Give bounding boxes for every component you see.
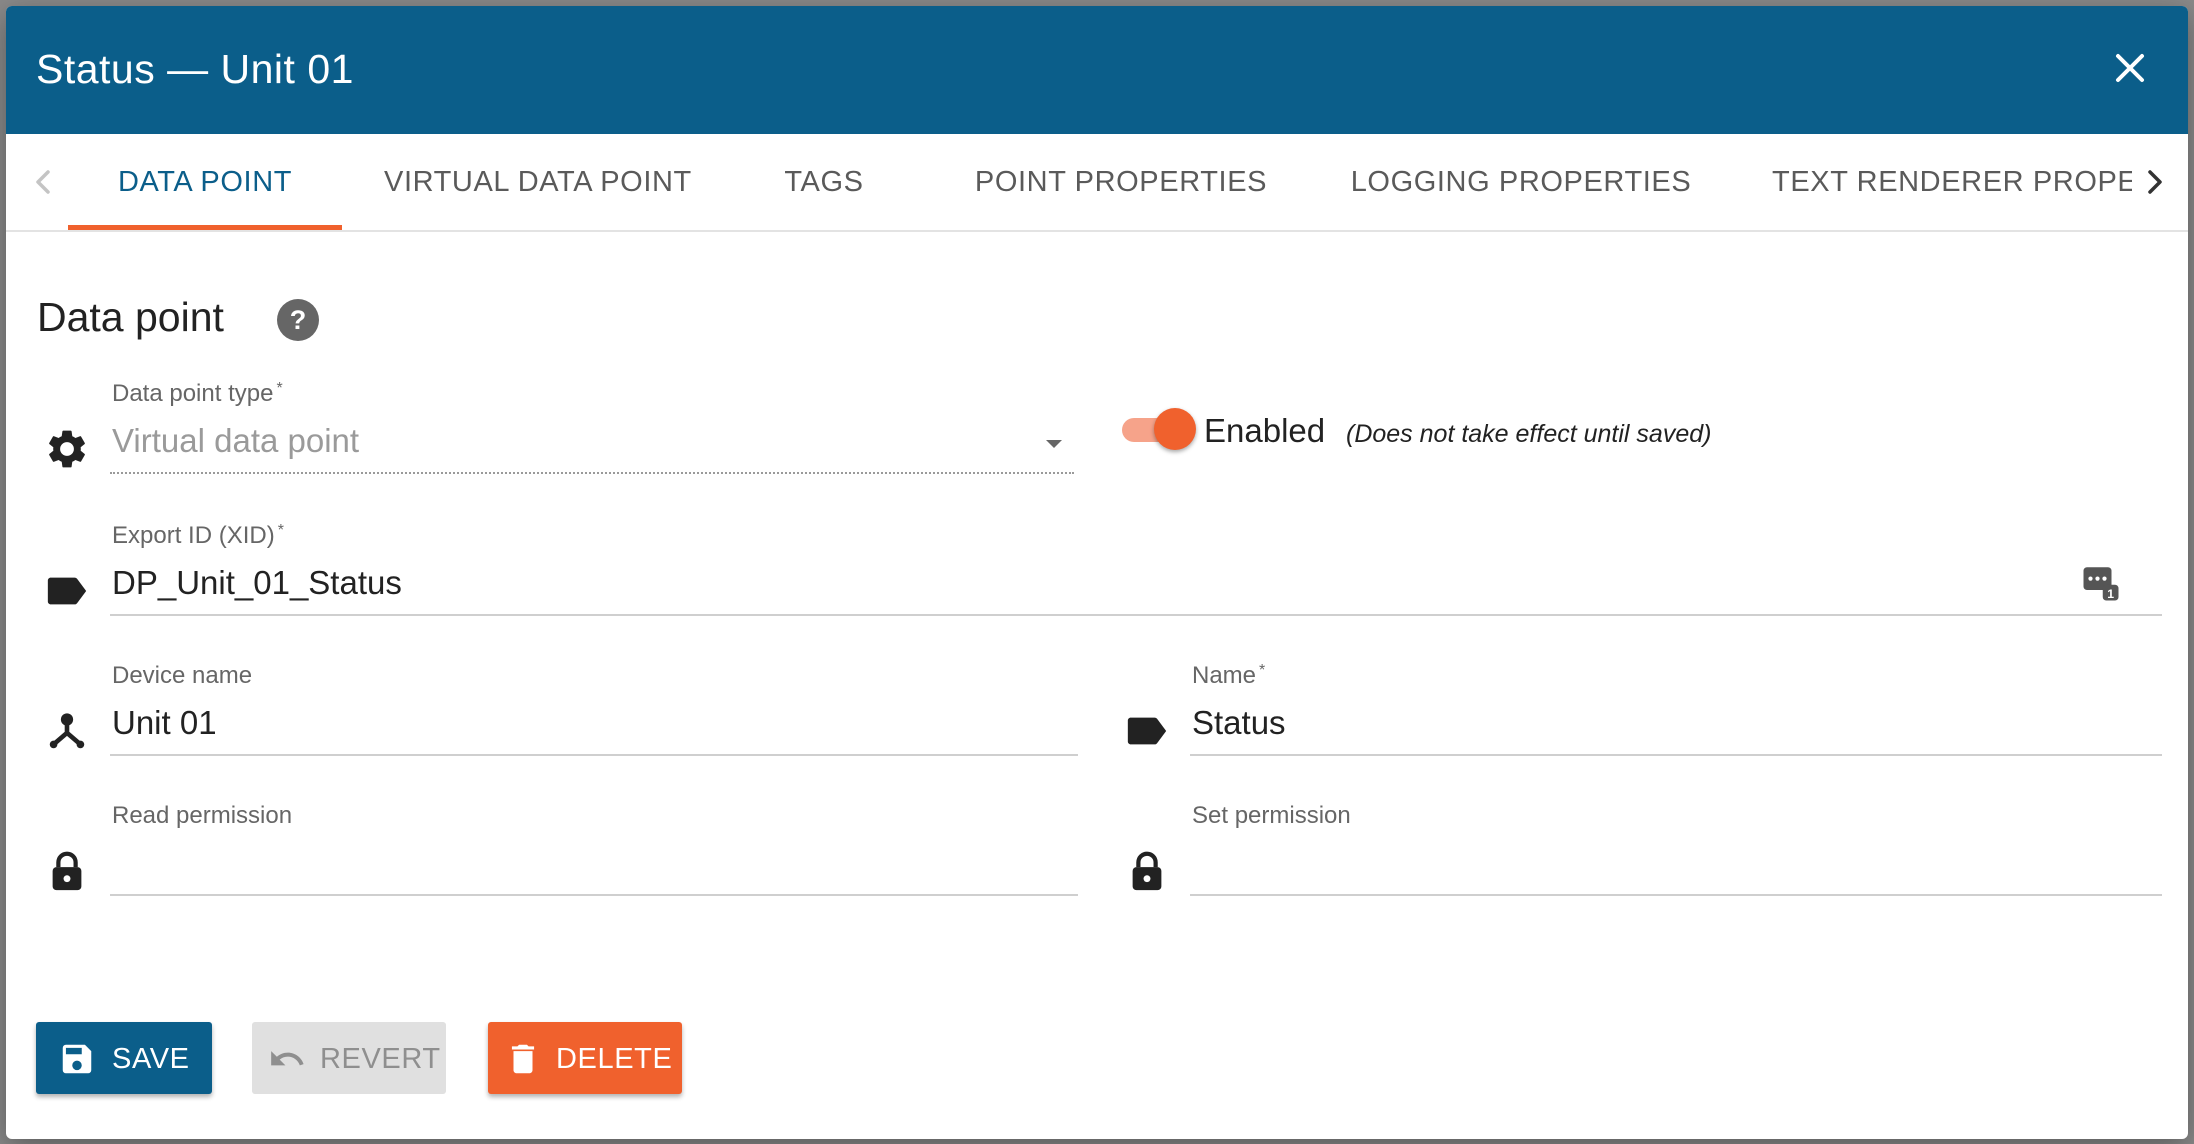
delete-button-label: DELETE [556, 1043, 673, 1075]
set-permission-label: Set permission [1192, 802, 1351, 829]
edit-data-point-dialog: Status — Unit 01 DATA POINT VIRTUAL DATA… [6, 6, 2188, 1139]
device-name-input[interactable]: Unit 01 [112, 704, 217, 742]
tag-icon [1127, 717, 1167, 745]
read-permission-label: Read permission [112, 802, 293, 829]
enabled-note: (Does not take effect until saved) [1346, 420, 1712, 448]
chevron-right-icon[interactable] [2130, 158, 2178, 206]
tab-logging-properties[interactable]: LOGGING PROPERTIES [1344, 134, 1698, 230]
tab-text-renderer-properties[interactable]: TEXT RENDERER PROPEI [1772, 134, 2132, 230]
tab-point-properties[interactable]: POINT PROPERTIES [964, 134, 1278, 230]
dialog-header: Status — Unit 01 [6, 6, 2188, 134]
svg-text:1: 1 [2107, 587, 2114, 601]
name-underline [1190, 754, 2162, 756]
tab-virtual-data-point[interactable]: VIRTUAL DATA POINT [384, 134, 691, 230]
delete-button[interactable]: DELETE [488, 1022, 682, 1094]
trash-icon [511, 1044, 535, 1074]
section-title: Data point [37, 294, 224, 340]
device-name-underline [110, 754, 1078, 756]
set-permission-underline [1190, 894, 2162, 896]
name-input[interactable]: Status [1192, 704, 1286, 742]
name-label: Name * [1192, 662, 1266, 689]
revert-button-label: REVERT [320, 1043, 441, 1075]
svg-text:?: ? [290, 305, 307, 335]
revert-button[interactable]: REVERT [252, 1022, 446, 1094]
dropdown-arrow-icon[interactable] [1042, 436, 1066, 452]
export-id-label: Export ID (XID) * [112, 522, 284, 549]
export-id-input[interactable]: DP_Unit_01_Status [112, 564, 402, 602]
tag-icon [47, 577, 87, 605]
tab-strip: DATA POINT VIRTUAL DATA POINT TAGS POINT… [68, 134, 2132, 230]
help-icon[interactable]: ? [274, 296, 322, 344]
enabled-toggle[interactable] [1118, 408, 1196, 452]
tab-data-point[interactable]: DATA POINT [68, 134, 342, 230]
undo-icon [271, 1051, 304, 1066]
device-icon [49, 713, 85, 749]
data-point-type-underline [110, 472, 1074, 474]
gear-icon [49, 430, 85, 468]
lock-icon [1132, 851, 1162, 891]
dialog-title: Status — Unit 01 [36, 46, 354, 92]
lock-icon [52, 851, 82, 891]
save-button[interactable]: SAVE [36, 1022, 212, 1094]
read-permission-input[interactable] [112, 844, 1072, 884]
device-name-label: Device name [112, 662, 253, 689]
save-button-label: SAVE [112, 1043, 190, 1075]
enabled-label: Enabled [1204, 412, 1326, 449]
active-tab-indicator [68, 225, 342, 230]
save-icon [62, 1044, 92, 1074]
toggle-knob [1154, 408, 1196, 450]
chevron-left-icon[interactable] [20, 158, 68, 206]
tab-tags[interactable]: TAGS [774, 134, 874, 230]
close-icon[interactable] [2106, 44, 2154, 92]
data-point-type-label: Data point type * [112, 380, 283, 407]
tab-bar: DATA POINT VIRTUAL DATA POINT TAGS POINT… [6, 134, 2188, 232]
export-id-underline [110, 614, 2162, 616]
generate-id-icon[interactable]: 1 [2080, 562, 2122, 604]
set-permission-input[interactable] [1192, 844, 2156, 884]
read-permission-underline [110, 894, 1078, 896]
data-point-type-select[interactable]: Virtual data point [112, 422, 359, 460]
